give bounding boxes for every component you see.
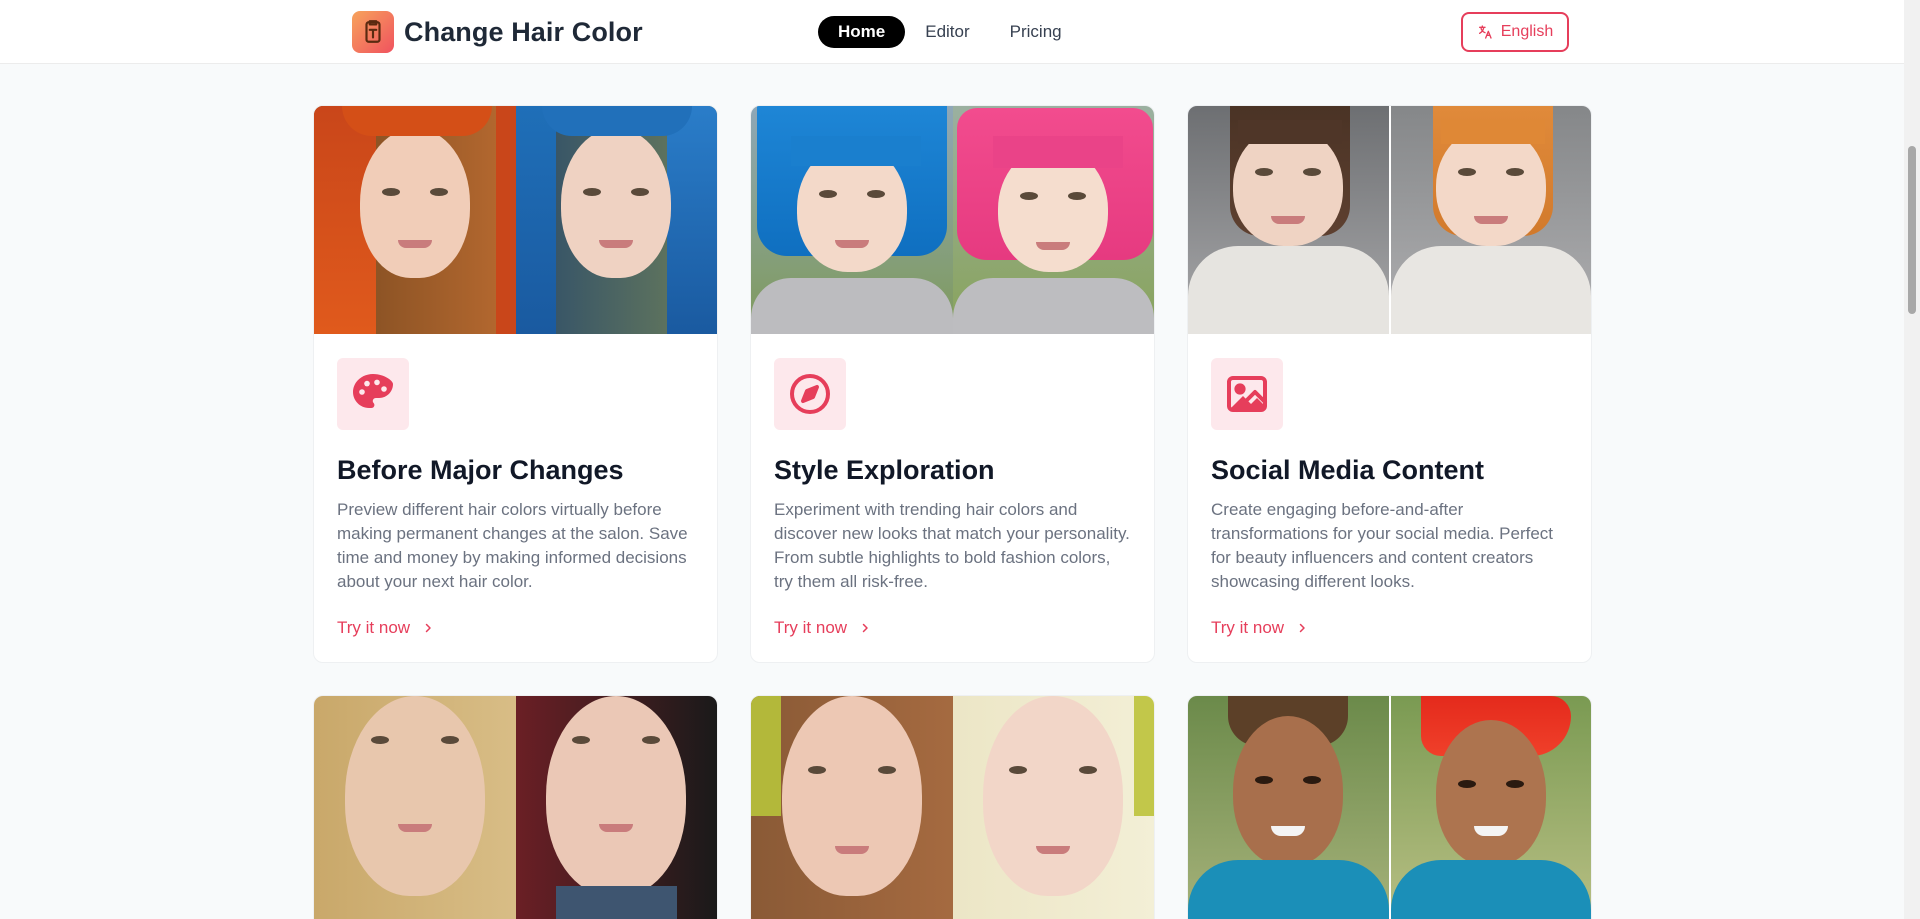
language-label: English	[1500, 23, 1554, 40]
card-title: Before Major Changes	[337, 455, 624, 485]
before-after-image	[751, 696, 1154, 919]
before-after-image	[314, 106, 717, 334]
logo-icon	[352, 11, 394, 53]
link-label: Try it now	[337, 618, 411, 637]
translate-icon	[1478, 25, 1492, 39]
brand-name: Change Hair Color	[404, 16, 643, 47]
card-title: Social Media Content	[1211, 455, 1485, 485]
site-header: Change Hair Color Home Editor Pricing En…	[0, 0, 1904, 64]
image-icon	[1211, 358, 1283, 430]
language-button[interactable]: English	[1461, 12, 1569, 52]
chevron-right-icon	[862, 623, 868, 633]
before-after-image	[1188, 106, 1591, 334]
palette-icon	[337, 358, 409, 430]
chevron-right-icon	[425, 623, 431, 633]
nav-pricing[interactable]: Pricing	[990, 16, 1082, 48]
before-after-image	[314, 696, 717, 919]
scrollbar-thumb[interactable]	[1908, 146, 1916, 314]
card-description: Preview different hair colors virtually …	[337, 500, 688, 591]
brand-logo-link[interactable]: Change Hair Color	[352, 11, 643, 53]
link-label: Try it now	[774, 618, 848, 637]
use-case-card-5	[750, 695, 1155, 919]
use-case-card-6	[1187, 695, 1592, 919]
card-description: Create engaging before-and-after transfo…	[1211, 500, 1554, 591]
use-case-card-2: Style Exploration Experiment with trendi…	[750, 105, 1155, 663]
chevron-right-icon	[1299, 623, 1305, 633]
vertical-scrollbar[interactable]	[1904, 0, 1920, 919]
before-after-image	[751, 106, 1154, 334]
use-case-card-3: Social Media Content Create engaging bef…	[1187, 105, 1592, 663]
use-case-card-4	[313, 695, 718, 919]
link-label: Try it now	[1211, 618, 1285, 637]
nav-home[interactable]: Home	[818, 16, 906, 48]
try-it-now-link[interactable]: Try it now	[1211, 618, 1568, 638]
try-it-now-link[interactable]: Try it now	[337, 618, 694, 638]
use-case-card-1: Before Major Changes Preview different h…	[313, 105, 718, 663]
main-nav: Home Editor Pricing	[818, 16, 1082, 48]
nav-editor[interactable]: Editor	[905, 16, 989, 48]
try-it-now-link[interactable]: Try it now	[774, 618, 1131, 638]
before-after-image	[1188, 696, 1591, 919]
compass-icon	[774, 358, 846, 430]
card-title: Style Exploration	[774, 455, 995, 485]
card-description: Experiment with trending hair colors and…	[774, 500, 1130, 591]
